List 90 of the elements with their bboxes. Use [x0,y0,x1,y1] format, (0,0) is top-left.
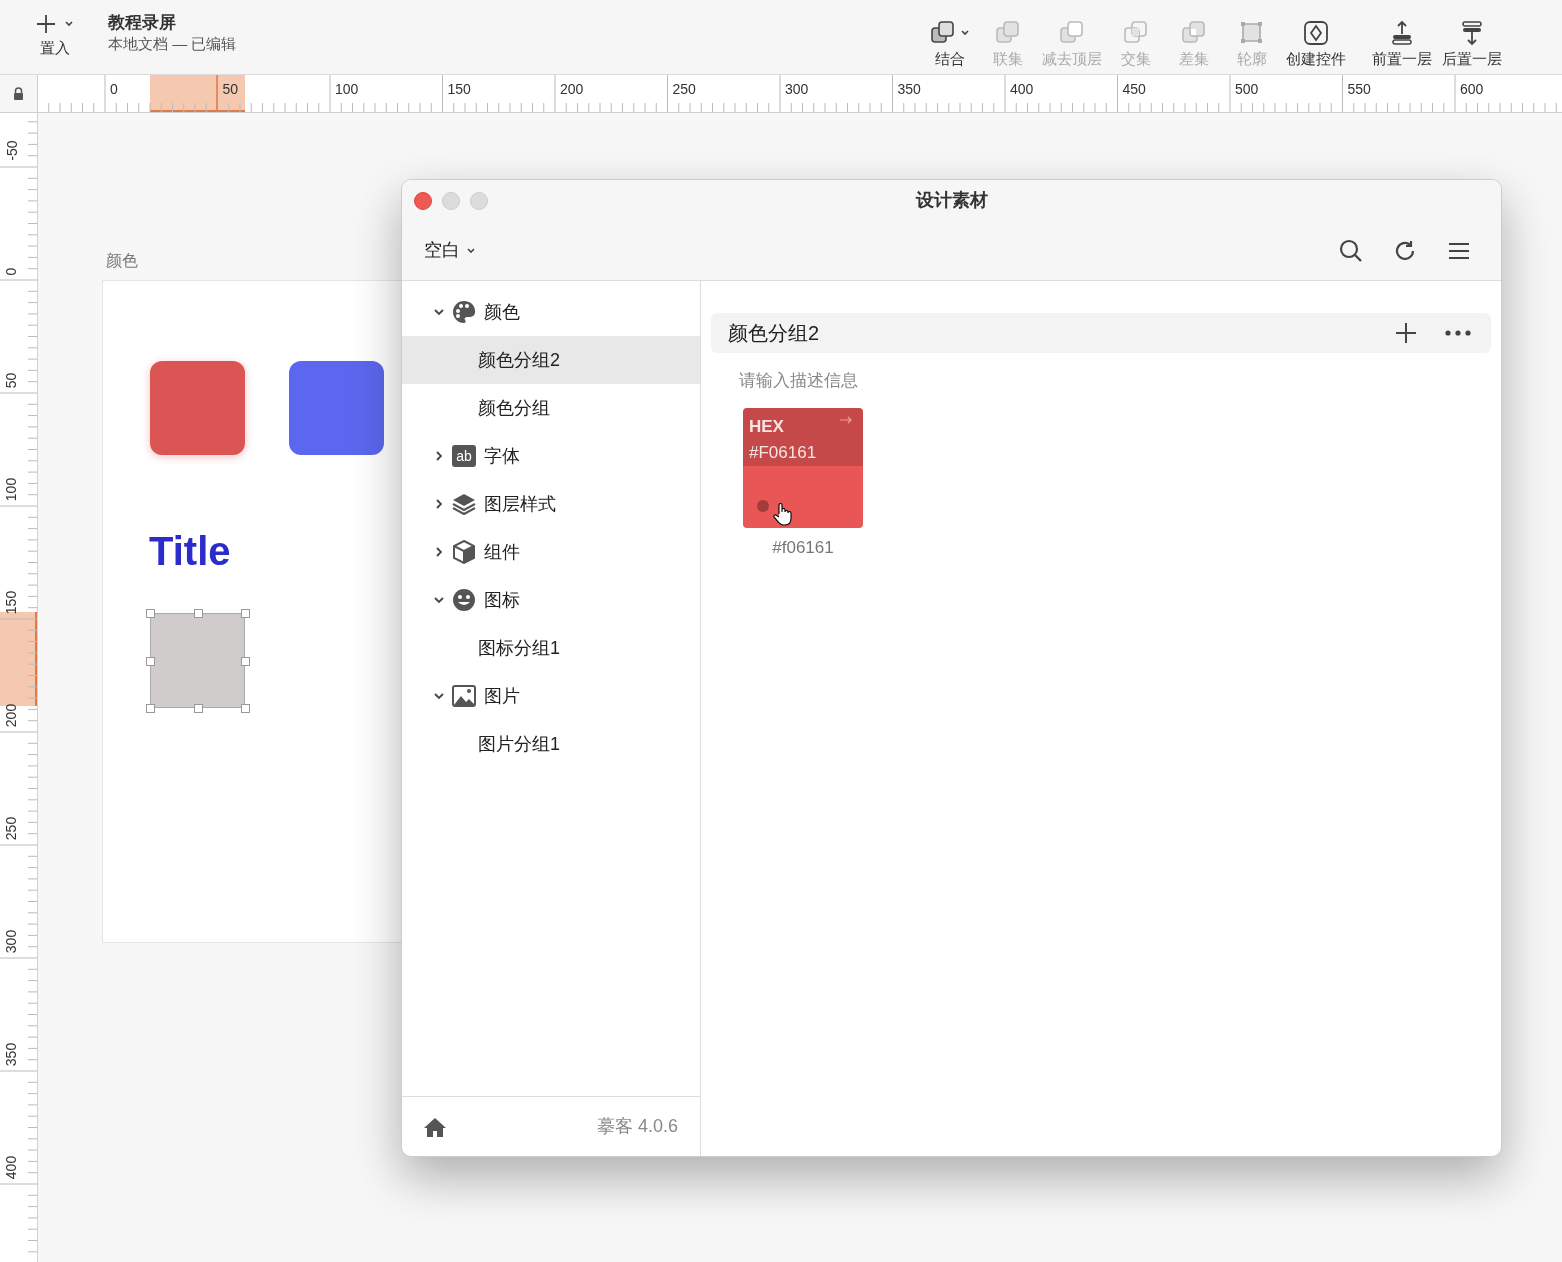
ruler-label: 300 [785,80,809,99]
search-icon[interactable] [1339,238,1363,263]
ruler-label: 200 [4,702,20,728]
intersect-icon [1123,19,1149,46]
tree-item[interactable]: 图标 [402,576,700,624]
chevron-down-icon[interactable] [434,307,444,317]
ruler-label: 500 [1235,80,1259,99]
resize-handle[interactable] [241,609,250,618]
toolbar-button[interactable]: 后置一层 [1440,17,1504,70]
ruler-label: 600 [1460,80,1484,99]
document-title: 教程录屏 [108,12,177,34]
version-text: 摹客 4.0.6 [596,1115,678,1138]
layers-icon [452,492,476,516]
plus-icon[interactable] [1395,322,1417,344]
ruler-label: 150 [4,589,20,615]
ruler-label: 150 [447,80,471,99]
tree-item[interactable]: 颜色 [402,288,700,336]
home-icon[interactable] [424,1116,446,1137]
plus-icon[interactable] [36,14,56,35]
resize-handle[interactable] [146,609,155,618]
caret-icon [466,245,476,256]
chevron-right-icon[interactable] [434,547,444,557]
ruler-label: 50 [222,80,239,99]
ruler-label: 250 [4,815,20,841]
selected-rectangle[interactable] [145,608,250,713]
format-label: HEX [749,416,784,438]
artboard-label: 颜色 [106,251,138,271]
refresh-icon[interactable] [1393,238,1417,263]
ruler-label: -50 [4,138,20,163]
ruler-label: 400 [1010,80,1034,99]
resize-handle[interactable] [146,656,155,666]
title-text: Title [149,531,231,571]
ruler-label: 200 [560,80,584,99]
more-icon[interactable] [1445,330,1471,336]
tree-item[interactable]: 图层样式 [402,480,700,528]
document-status: 本地文档 — 已编辑 [108,34,237,54]
ruler-label: 50 [4,371,20,389]
tree-item[interactable]: ab 字体 [402,432,700,480]
tree-item[interactable]: 图片 [402,672,700,720]
union-icon [995,19,1021,46]
difference-icon [1181,19,1207,46]
send-backward-icon [1459,19,1485,46]
hex-value: #F06161 [749,442,818,464]
library-dropdown[interactable]: 空白 [424,237,476,264]
pointer-cursor-icon [773,502,793,526]
ruler-label: 400 [4,1154,20,1180]
ruler-label: 350 [897,80,921,99]
subtract-icon [1059,19,1085,46]
lock-icon[interactable] [13,87,24,100]
combine-icon [930,19,956,46]
toolbar-button[interactable]: 创建控件 [1284,17,1348,70]
toolbar-button[interactable]: 前置一层 [1370,17,1434,70]
cube-icon [452,540,476,564]
insert-button[interactable]: 置入 [40,37,70,60]
chevron-down-icon[interactable] [434,595,444,605]
ruler-label: 0 [110,80,118,99]
ruler-label: 350 [4,1041,20,1067]
palette-icon [452,300,476,324]
smiley-icon [452,588,476,612]
tree-item[interactable]: 图片分组1 [402,720,700,768]
tree-item[interactable]: 颜色分组2 [402,336,700,384]
ruler-label: 550 [1347,80,1371,99]
group-title: 颜色分组2 [728,321,820,346]
chevron-down-icon[interactable] [434,691,444,701]
ruler-label: 300 [4,928,20,954]
description-field[interactable]: 请输入描述信息 [739,367,1139,395]
ruler-label: 450 [1122,80,1146,99]
resize-handle[interactable] [241,656,250,666]
resize-handle[interactable] [193,704,203,713]
window-title: 设计素材 [915,189,988,212]
outline-icon [1239,19,1265,46]
tree-item[interactable]: 颜色分组 [402,384,700,432]
text-style-icon: ab [452,445,476,467]
ruler-label: 250 [672,80,696,99]
chevron-right-icon[interactable] [434,451,444,461]
tree-item[interactable]: 组件 [402,528,700,576]
tree-item[interactable]: 图标分组1 [402,624,700,672]
resize-handle[interactable] [146,704,155,713]
close-button[interactable] [414,191,432,210]
color-swatch[interactable]: HEX #F06161 [743,408,863,528]
bring-forward-icon [1389,19,1415,46]
resize-handle[interactable] [193,609,203,618]
toolbar-button[interactable]: 结合 [924,17,976,70]
image-icon [452,684,476,708]
ruler-label: 100 [4,476,20,502]
resize-handle[interactable] [241,704,250,713]
chevron-right-icon[interactable] [434,499,444,509]
ruler-label: 100 [335,80,359,99]
swatch-caption: #f06161 [772,537,834,559]
ruler-label: 0 [4,266,20,276]
